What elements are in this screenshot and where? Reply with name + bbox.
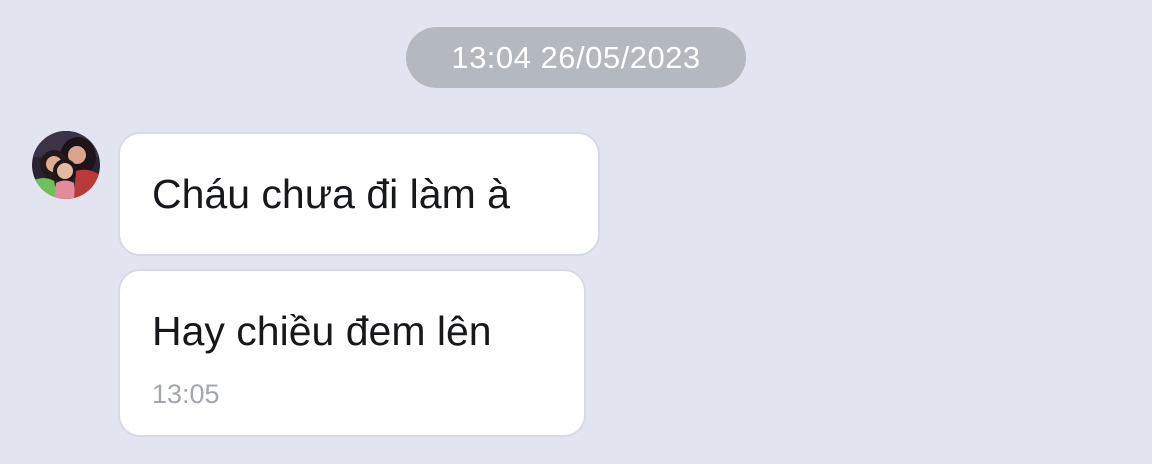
date-separator: 13:04 26/05/2023	[406, 27, 746, 88]
message-time: 13:05	[152, 379, 220, 409]
message-text: Hay chiều đem lên	[152, 308, 492, 354]
contact-avatar[interactable]	[32, 131, 100, 199]
message-text: Cháu chưa đi làm à	[152, 171, 510, 217]
avatar-photo	[32, 131, 100, 199]
message-bubble[interactable]: Cháu chưa đi làm à	[118, 132, 600, 256]
message-bubble[interactable]: Hay chiều đem lên 13:05	[118, 269, 586, 437]
